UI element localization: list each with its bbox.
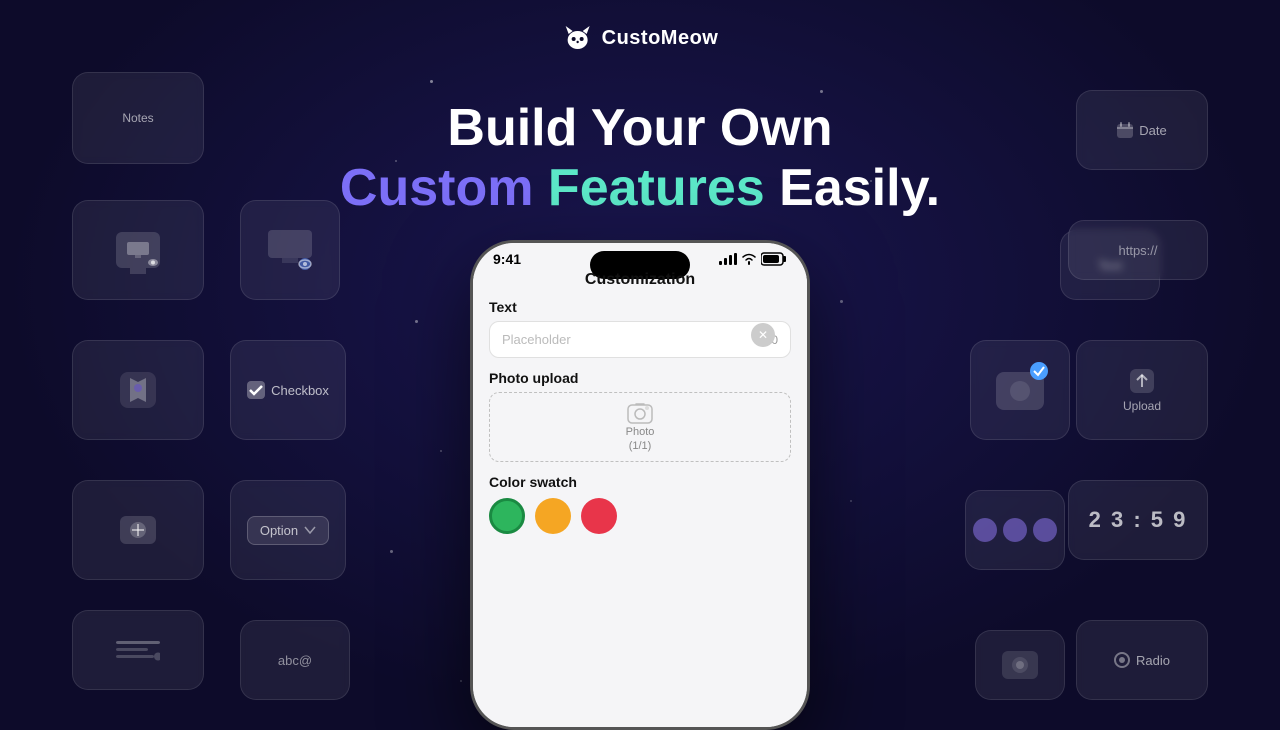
- photo-upload-section: Photo upload Photo (1/1): [489, 370, 791, 462]
- checkbox-label: Checkbox: [271, 383, 329, 398]
- radio-icon: [1114, 652, 1130, 668]
- toggle-dot-1: [973, 518, 997, 542]
- card-date: Date: [1076, 90, 1208, 170]
- status-icons: [719, 252, 787, 266]
- card-monitor2: [240, 200, 340, 300]
- card-verified-photo: [970, 340, 1070, 440]
- card-notes: Notes: [72, 72, 204, 164]
- monitor-icon: [116, 232, 160, 268]
- card-monitor: [72, 200, 204, 300]
- card-add-photo: [72, 480, 204, 580]
- url-label: https://: [1118, 243, 1157, 258]
- app-name: CustoMeow: [602, 27, 719, 50]
- checkbox-icon: [247, 381, 265, 399]
- toggle-dot-3: [1033, 518, 1057, 542]
- wifi-icon: [741, 253, 757, 265]
- battery-icon: [761, 252, 787, 266]
- card-timer: 2 3 : 5 9: [1068, 480, 1208, 560]
- upload-icon: [1128, 367, 1156, 395]
- status-time: 9:41: [493, 251, 521, 267]
- lines-icon: [116, 639, 160, 661]
- hero-line1: Build Your Own: [340, 100, 940, 157]
- card-radio: Radio: [1076, 620, 1208, 700]
- phone-screen: 9:41: [473, 243, 807, 727]
- photo-upload-icon: [627, 402, 653, 424]
- photo-label: Photo: [626, 426, 655, 438]
- color-swatches: [489, 498, 791, 534]
- photo-upload-label: Photo upload: [489, 370, 791, 386]
- hero-custom: Custom: [340, 159, 534, 217]
- signal-icon: [719, 253, 737, 265]
- card-bottom-left: [72, 610, 204, 690]
- card-option: Option: [230, 480, 346, 580]
- option-label: Option: [260, 523, 298, 538]
- card-photo-right: [975, 630, 1065, 700]
- card-upload: Upload: [1076, 340, 1208, 440]
- color-swatch-title: Color swatch: [489, 474, 791, 490]
- card-map: [72, 340, 204, 440]
- abc-label: abc@: [278, 653, 312, 668]
- text-section-label: Text: [489, 299, 791, 315]
- card-url: https://: [1068, 220, 1208, 280]
- input-placeholder: Placeholder: [502, 332, 571, 347]
- swatch-red[interactable]: [581, 498, 617, 534]
- phone-content: Customization ✕ Text Placeholder 0/20 Ph…: [473, 271, 807, 534]
- close-button[interactable]: ✕: [751, 323, 775, 347]
- logo-icon: [562, 22, 594, 54]
- header: CustoMeow: [562, 22, 719, 54]
- photo-upload-box[interactable]: Photo (1/1): [489, 392, 791, 462]
- hero-features: Features: [548, 159, 765, 217]
- upload-label: Upload: [1123, 399, 1161, 413]
- hero-section: Build Your Own Custom Features Easily.: [340, 100, 940, 220]
- check-badge-icon: [1030, 362, 1048, 380]
- add-photo-icon: [116, 508, 160, 552]
- radio-label: Radio: [1136, 653, 1170, 668]
- toggle-dots: [973, 518, 1057, 542]
- photo-icon-right: [1000, 645, 1040, 685]
- hero-easily: Easily.: [779, 159, 940, 217]
- swatch-green[interactable]: [489, 498, 525, 534]
- color-swatch-section: Color swatch: [489, 474, 791, 534]
- card-checkbox: Checkbox: [230, 340, 346, 440]
- date-label: Date: [1139, 123, 1166, 138]
- phone-mockup: 9:41: [470, 240, 810, 730]
- text-input-box[interactable]: Placeholder 0/20: [489, 321, 791, 358]
- photo-count: (1/1): [629, 440, 652, 452]
- calendar-icon: [1117, 122, 1133, 138]
- toggle-dot-2: [1003, 518, 1027, 542]
- card-toggle: [965, 490, 1065, 570]
- map-icon: [116, 368, 160, 412]
- timer-display: 2 3 : 5 9: [1089, 507, 1188, 533]
- phone-frame: 9:41: [470, 240, 810, 730]
- notes-label: Notes: [122, 111, 153, 125]
- chevron-down-icon: [304, 526, 316, 534]
- customization-title: Customization: [585, 267, 695, 288]
- swatch-yellow[interactable]: [535, 498, 571, 534]
- hero-line2: Custom Features Easily.: [340, 157, 940, 219]
- card-abc: abc@: [240, 620, 350, 700]
